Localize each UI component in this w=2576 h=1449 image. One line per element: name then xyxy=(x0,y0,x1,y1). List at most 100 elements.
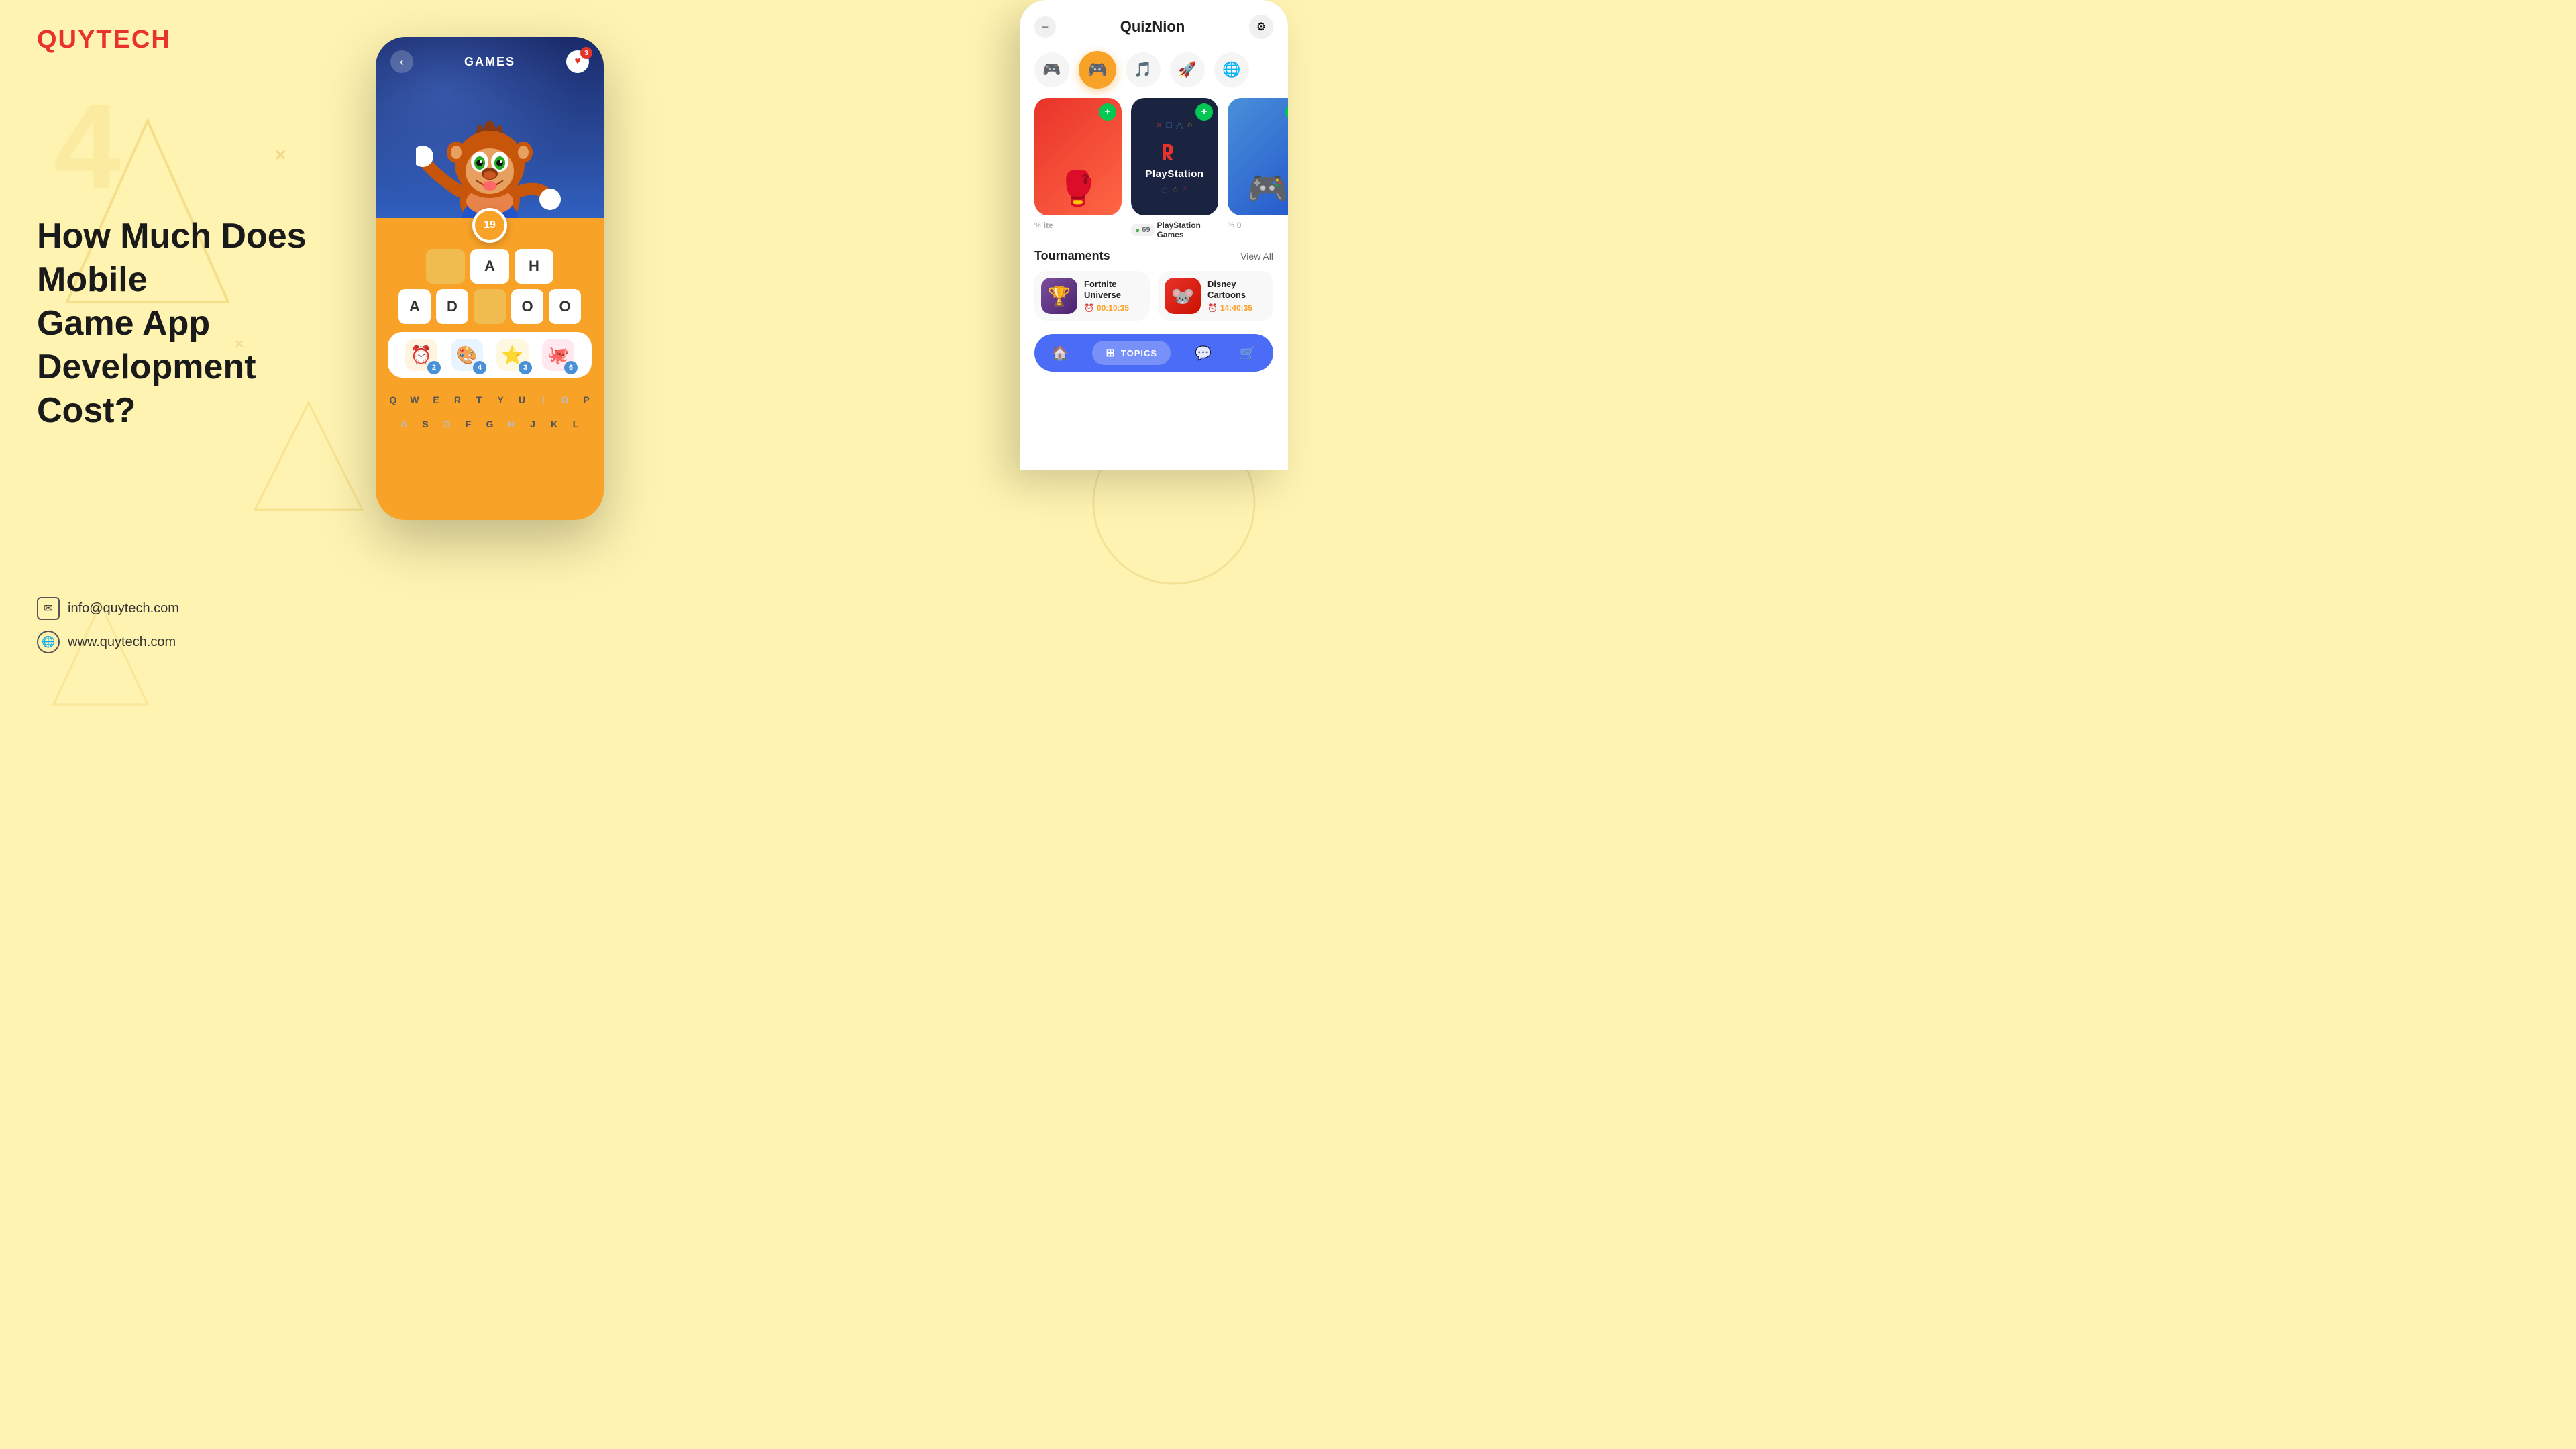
email-contact: ✉ info@quytech.com xyxy=(37,597,179,620)
key-p[interactable]: P xyxy=(577,390,596,410)
web-icon: 🌐 xyxy=(37,631,60,653)
nav-home[interactable]: 🏠 xyxy=(1048,341,1072,365)
card-label-fighting: % ite xyxy=(1034,221,1122,239)
key-w[interactable]: W xyxy=(405,390,424,410)
games-title: GAMES xyxy=(464,55,515,69)
heading-line2: Game App Development xyxy=(37,304,256,386)
letter-cell[interactable] xyxy=(474,289,506,324)
key-r[interactable]: R xyxy=(448,390,467,410)
nav-chat[interactable]: 💬 xyxy=(1191,341,1216,365)
settings-button[interactable]: ⚙ xyxy=(1249,15,1273,39)
ps-score-badge: 69 xyxy=(1142,226,1150,234)
game-header: ‹ GAMES ♥ 3 xyxy=(376,37,604,218)
email-icon: ✉ xyxy=(37,597,60,620)
card-plus-btn-ps[interactable]: + xyxy=(1195,103,1213,121)
keyboard-row1: Q W E R T Y U I O P xyxy=(376,386,604,413)
heart-badge: ♥ 3 xyxy=(566,50,589,73)
key-s[interactable]: S xyxy=(416,414,435,434)
letter-cell[interactable]: A xyxy=(398,289,431,324)
disney-thumb: 🐭 xyxy=(1165,278,1201,314)
card-label-ps: ● 69 PlayStation Games xyxy=(1131,221,1218,239)
cat-gaming[interactable]: 🎮 xyxy=(1079,51,1116,89)
website-contact: 🌐 www.quytech.com xyxy=(37,631,179,653)
category-tabs: 🎮 🎮 🎵 🚀 🌐 xyxy=(1020,46,1288,98)
ps-game-label: PlayStation Games xyxy=(1157,221,1219,239)
view-all-btn[interactable]: View All xyxy=(1240,251,1273,262)
powerup-star[interactable]: ⭐ 3 xyxy=(496,339,529,371)
score-bubble: 19 xyxy=(472,208,507,243)
game-cards-row: + 🥊 + × □ △ ○ xyxy=(1020,98,1288,215)
heart-count: 3 xyxy=(580,47,592,59)
key-e[interactable]: E xyxy=(427,390,445,410)
fortnite-name: Fortnite Universe xyxy=(1084,279,1143,300)
card-label-anime: % 0 xyxy=(1228,221,1288,239)
powerup-timer[interactable]: ⏰ 2 xyxy=(405,339,437,371)
tournaments-section: Tournaments View All 🏆 Fortnite Universe… xyxy=(1020,239,1288,327)
bottom-nav: 🏠 ⊞ TOPICS 💬 🛒 xyxy=(1034,334,1273,372)
letter-cell[interactable]: O xyxy=(511,289,543,324)
app-title: QuizNion xyxy=(1120,18,1185,36)
letter-cell[interactable]: A xyxy=(470,249,509,284)
letter-cell[interactable]: D xyxy=(436,289,468,324)
cat-puzzle[interactable]: 🎮 xyxy=(1034,52,1069,87)
letter-cell[interactable]: H xyxy=(515,249,553,284)
svg-text:×: × xyxy=(275,144,286,165)
cat-music[interactable]: 🎵 xyxy=(1126,52,1161,87)
fortnite-time: 00:10:35 xyxy=(1097,303,1129,313)
cat-rocket[interactable]: 🚀 xyxy=(1170,52,1205,87)
contact-section: ✉ info@quytech.com 🌐 www.quytech.com xyxy=(37,597,179,664)
key-f[interactable]: F xyxy=(459,414,478,434)
quytech-logo: QUYTECH xyxy=(37,25,171,54)
game-card-playstation[interactable]: + × □ △ ○ PlayStation xyxy=(1131,98,1218,215)
key-a2[interactable]: A xyxy=(394,414,413,434)
key-h2[interactable]: H xyxy=(502,414,521,434)
website-text: www.quytech.com xyxy=(68,635,176,650)
key-k[interactable]: K xyxy=(545,414,564,434)
keyboard-row2: A S D F G H J K L xyxy=(376,413,604,441)
card-plus-btn-anime[interactable]: + xyxy=(1285,103,1288,121)
game-card-anime[interactable]: + 🎮 xyxy=(1228,98,1288,215)
heading-line3: Cost? xyxy=(37,391,136,430)
key-j[interactable]: J xyxy=(523,414,542,434)
quiznion-phone: − QuizNion ⚙ 🎮 🎮 🎵 🚀 🌐 + xyxy=(1020,0,1288,470)
back-button[interactable]: ‹ xyxy=(390,50,413,73)
tournament-disney[interactable]: 🐭 Disney Cartoons ⏰ 14:40:35 xyxy=(1158,271,1273,321)
app-header: − QuizNion ⚙ xyxy=(1020,0,1288,46)
key-d2[interactable]: D xyxy=(437,414,456,434)
main-heading: How Much Does Mobile Game App Developmen… xyxy=(37,215,345,433)
svg-text:4: 4 xyxy=(54,79,121,214)
powerup-special[interactable]: 🐙 6 xyxy=(542,339,574,371)
fortnite-thumb: 🏆 xyxy=(1041,278,1077,314)
disney-name: Disney Cartoons xyxy=(1208,279,1267,300)
cat-globe[interactable]: 🌐 xyxy=(1214,52,1249,87)
key-u[interactable]: U xyxy=(513,390,531,410)
letter-cell[interactable]: O xyxy=(549,289,581,324)
topics-label: TOPICS xyxy=(1121,348,1157,358)
fighting-label: ite xyxy=(1044,221,1053,230)
tournament-fortnite[interactable]: 🏆 Fortnite Universe ⏰ 00:10:35 xyxy=(1034,271,1150,321)
score-value: 19 xyxy=(484,219,496,231)
powerup-color[interactable]: 🎨 4 xyxy=(451,339,483,371)
key-q[interactable]: Q xyxy=(384,390,402,410)
anime-label: 0 xyxy=(1237,221,1242,230)
key-l[interactable]: L xyxy=(566,414,585,434)
disney-time: 14:40:35 xyxy=(1220,303,1252,313)
tournaments-heading: Tournaments xyxy=(1034,249,1110,263)
key-i[interactable]: I xyxy=(534,390,553,410)
card-labels-row: % ite ● 69 PlayStation Games % 0 xyxy=(1020,215,1288,239)
key-o[interactable]: O xyxy=(555,390,574,410)
letter-cell[interactable] xyxy=(426,249,465,284)
key-y[interactable]: Y xyxy=(491,390,510,410)
key-g[interactable]: G xyxy=(480,414,499,434)
email-text: info@quytech.com xyxy=(68,601,179,616)
minus-button[interactable]: − xyxy=(1034,16,1056,38)
nav-cart[interactable]: 🛒 xyxy=(1236,341,1260,365)
topics-button[interactable]: ⊞ TOPICS xyxy=(1092,341,1171,365)
quiz-game-phone: ‹ GAMES ♥ 3 xyxy=(376,37,604,520)
game-card-fighting[interactable]: + 🥊 xyxy=(1034,98,1122,215)
playstation-logo-text: PlayStation xyxy=(1145,168,1203,180)
key-t[interactable]: T xyxy=(470,390,488,410)
heading-line1: How Much Does Mobile xyxy=(37,217,307,299)
card-plus-btn[interactable]: + xyxy=(1099,103,1116,121)
game-character xyxy=(416,104,564,218)
